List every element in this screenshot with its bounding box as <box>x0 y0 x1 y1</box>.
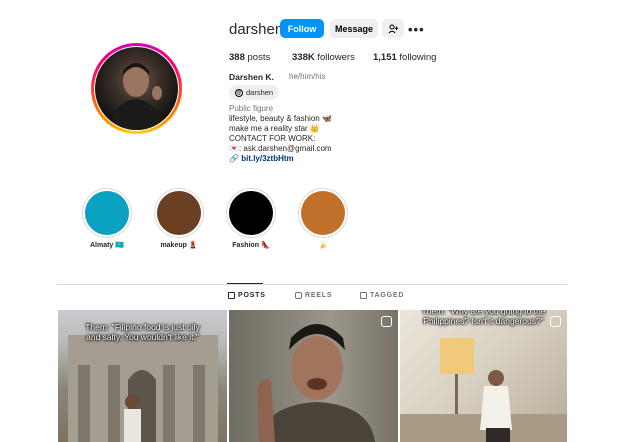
highlight-label-banana: 🍌 <box>318 242 328 249</box>
reel-indicator-icon <box>381 316 392 327</box>
bio-line-4: 💌: ask.darshen@gmail.com <box>229 144 332 153</box>
posts-count-value: 388 <box>229 52 245 63</box>
tab-tagged-label: TAGGED <box>370 292 405 299</box>
highlight-makeup[interactable] <box>157 191 201 235</box>
reels-icon <box>295 292 302 299</box>
bio-line-1: lifestyle, beauty & fashion 🦋 <box>229 114 332 123</box>
threads-badge[interactable]: @ darshen <box>229 85 280 100</box>
post-3-image <box>400 338 567 442</box>
tab-reels[interactable]: REELS <box>295 292 332 299</box>
profile-username: darshen <box>229 21 284 38</box>
followers-count-label: followers <box>317 52 355 63</box>
highlight-banana[interactable] <box>301 191 345 235</box>
follow-button[interactable]: Follow <box>280 19 324 38</box>
tab-reels-label: REELS <box>305 292 333 299</box>
highlight-label-makeup: makeup 💄 <box>160 242 198 249</box>
following-count-value: 1,151 <box>373 52 397 63</box>
threads-handle: darshen <box>246 88 274 97</box>
followers-count-value: 338K <box>292 52 315 63</box>
followers-count[interactable]: 338K followers <box>292 52 355 63</box>
profile-full-name: Darshen K. <box>229 72 274 82</box>
profile-avatar-ring[interactable] <box>91 43 182 134</box>
active-tab-indicator <box>227 283 263 284</box>
bio-link[interactable]: 🔗 bit.ly/3ztbHtm <box>229 154 294 164</box>
post-1-caption: Them: "Filipino food is just oily and sa… <box>85 322 200 342</box>
tab-tagged[interactable]: TAGGED <box>360 292 404 299</box>
highlight-label-almaty: Almaty 🇰🇿 <box>89 242 124 249</box>
post-thumbnail-1[interactable]: Them: "Filipino food is just oily and sa… <box>58 310 227 442</box>
message-button[interactable]: Message <box>330 19 378 38</box>
following-count-label: following <box>399 52 437 63</box>
add-user-button[interactable] <box>382 19 404 38</box>
post-thumbnail-2[interactable] <box>229 310 398 442</box>
more-options-button[interactable]: ••• <box>408 22 425 37</box>
grid-icon <box>228 292 235 299</box>
following-count[interactable]: 1,151 following <box>373 52 436 63</box>
highlight-almaty[interactable] <box>85 191 129 235</box>
bio-category: Public figure <box>229 104 274 113</box>
bio-link-text[interactable]: bit.ly/3ztbHtm <box>241 154 293 163</box>
carousel-indicator-icon <box>550 316 561 327</box>
bio-line-3: CONTACT FOR WORK: <box>229 134 316 143</box>
link-icon: 🔗 <box>229 154 239 163</box>
profile-pronouns: he/him/his <box>289 72 326 81</box>
post-3-caption: Them: "Why are you going to the Philippi… <box>421 310 546 326</box>
avatar[interactable] <box>95 47 178 130</box>
post-thumbnail-3[interactable]: Them: "Why are you going to the Philippi… <box>400 310 567 442</box>
bio-line-2: make me a reality star 👑 <box>229 124 320 133</box>
tab-posts-label: POSTS <box>238 292 266 299</box>
posts-count: 388 posts <box>229 52 270 63</box>
threads-icon: @ <box>235 88 243 97</box>
highlight-label-fashion: Fashion 👠 <box>232 242 270 249</box>
highlight-fashion[interactable] <box>229 191 273 235</box>
posts-count-label: posts <box>247 52 271 63</box>
tab-posts[interactable]: POSTS <box>228 292 266 299</box>
add-user-icon <box>387 24 398 33</box>
tabs-divider <box>57 284 567 285</box>
avatar-image <box>109 63 163 130</box>
tagged-icon <box>360 292 367 299</box>
post-2-image <box>257 324 375 442</box>
